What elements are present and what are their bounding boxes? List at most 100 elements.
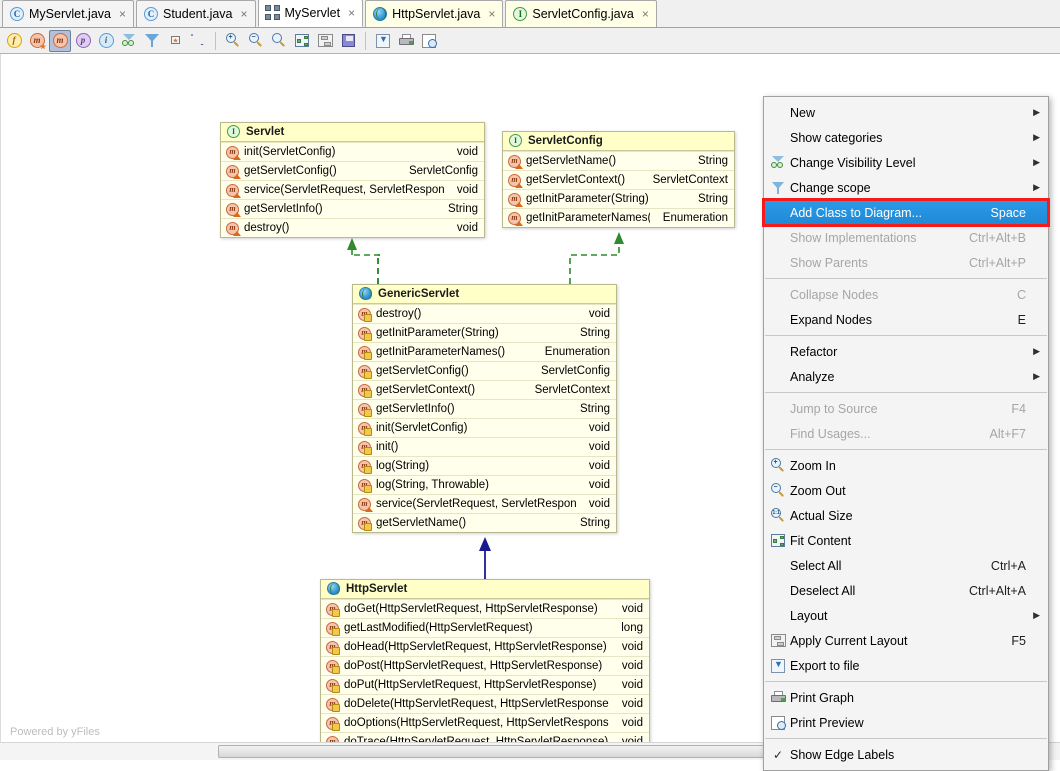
uml-member-type: void: [581, 498, 610, 510]
save-button[interactable]: [337, 30, 359, 52]
menu-item[interactable]: Find Usages...Alt+F7: [764, 421, 1048, 446]
menu-item[interactable]: 1:1Actual Size: [764, 503, 1048, 528]
uml-member-row[interactable]: mgetServletConfig()ServletConfig: [353, 361, 616, 380]
menu-item[interactable]: Show ImplementationsCtrl+Alt+B: [764, 225, 1048, 250]
menu-item[interactable]: Export to file: [764, 653, 1048, 678]
menu-item[interactable]: +Zoom In: [764, 453, 1048, 478]
change-scope-button[interactable]: [141, 30, 163, 52]
uml-member-row[interactable]: mgetServletInfo()String: [353, 399, 616, 418]
uml-member-row[interactable]: mgetInitParameter(String)String: [503, 189, 734, 208]
menu-item-icon-slot: [768, 659, 788, 673]
uml-member-row[interactable]: mgetLastModified(HttpServletRequest)long: [321, 618, 649, 637]
uml-member-row[interactable]: mlog(String)void: [353, 456, 616, 475]
uml-member-row[interactable]: mgetServletConfig()ServletConfig: [221, 161, 484, 180]
menu-item[interactable]: Change scope▶: [764, 175, 1048, 200]
uml-member-name: getServletName(): [526, 155, 685, 167]
menu-item[interactable]: Select AllCtrl+A: [764, 553, 1048, 578]
show-properties-button[interactable]: p: [72, 30, 94, 52]
menu-item[interactable]: Apply Current LayoutF5: [764, 628, 1048, 653]
menu-item[interactable]: Print Preview: [764, 710, 1048, 735]
menu-item[interactable]: Show categories▶: [764, 125, 1048, 150]
uml-member-row[interactable]: mgetServletContext()ServletContext: [353, 380, 616, 399]
uml-member-row[interactable]: mdestroy()void: [221, 218, 484, 237]
uml-member-row[interactable]: mgetInitParameterNames()Enumeration: [353, 342, 616, 361]
menu-item[interactable]: Expand NodesE: [764, 307, 1048, 332]
method-icon: m: [358, 460, 371, 473]
menu-item[interactable]: Fit Content: [764, 528, 1048, 553]
uml-member-row[interactable]: mdoHead(HttpServletRequest, HttpServletR…: [321, 637, 649, 656]
uml-member-row[interactable]: mdoGet(HttpServletRequest, HttpServletRe…: [321, 599, 649, 618]
show-edges-button[interactable]: [187, 30, 209, 52]
uml-member-row[interactable]: mgetServletName()String: [353, 513, 616, 532]
editor-tab[interactable]: CStudent.java×: [136, 0, 256, 27]
menu-item[interactable]: Analyze▶: [764, 364, 1048, 389]
menu-item[interactable]: ✓Show Edge Labels: [764, 742, 1048, 767]
show-inner-classes-button[interactable]: i: [95, 30, 117, 52]
menu-item[interactable]: Refactor▶: [764, 339, 1048, 364]
uml-member-row[interactable]: mgetInitParameter(String)String: [353, 323, 616, 342]
editor-tab-label: Student.java: [163, 7, 233, 21]
uml-member-row[interactable]: mdoPut(HttpServletRequest, HttpServletRe…: [321, 675, 649, 694]
close-icon[interactable]: ×: [642, 7, 649, 21]
uml-member-name: doPost(HttpServletRequest, HttpServletRe…: [344, 660, 609, 672]
uml-member-row[interactable]: mdoPost(HttpServletRequest, HttpServletR…: [321, 656, 649, 675]
close-icon[interactable]: ×: [119, 7, 126, 21]
uml-member-row[interactable]: mgetServletContext()ServletContext: [503, 170, 734, 189]
uml-class-box[interactable]: HttpServletmdoGet(HttpServletRequest, Ht…: [320, 579, 650, 742]
edge-implements-servlet: [347, 238, 380, 284]
diagram-context-menu[interactable]: New▶Show categories▶Change Visibility Le…: [763, 96, 1049, 771]
uml-class-box[interactable]: GenericServletmdestroy()voidmgetInitPara…: [352, 284, 617, 533]
uml-member-row[interactable]: mdoDelete(HttpServletRequest, HttpServle…: [321, 694, 649, 713]
print-graph-button[interactable]: [395, 30, 417, 52]
uml-member-row[interactable]: mgetServletName()String: [503, 151, 734, 170]
menu-item-label: Change scope: [788, 181, 1008, 195]
menu-item[interactable]: Layout▶: [764, 603, 1048, 628]
menu-separator: [765, 681, 1047, 682]
close-icon[interactable]: ×: [348, 6, 355, 20]
change-visibility-level-button[interactable]: [118, 30, 140, 52]
apply-layout-button[interactable]: [314, 30, 336, 52]
uml-member-row[interactable]: mlog(String, Throwable)void: [353, 475, 616, 494]
actual-size-button[interactable]: [268, 30, 290, 52]
uml-member-type: String: [690, 193, 728, 205]
uml-member-row[interactable]: minit(ServletConfig)void: [353, 418, 616, 437]
menu-item[interactable]: Collapse NodesC: [764, 282, 1048, 307]
menu-item[interactable]: Show ParentsCtrl+Alt+P: [764, 250, 1048, 275]
uml-member-name: doDelete(HttpServletRequest, HttpServlet…: [344, 698, 609, 710]
menu-item[interactable]: −Zoom Out: [764, 478, 1048, 503]
print-preview-button[interactable]: [418, 30, 440, 52]
uml-member-row[interactable]: mservice(ServletRequest, ServletResponse…: [221, 180, 484, 199]
uml-class-box[interactable]: IServletminit(ServletConfig)voidmgetServ…: [220, 122, 485, 238]
menu-item[interactable]: Jump to SourceF4: [764, 396, 1048, 421]
export-to-file-button[interactable]: [372, 30, 394, 52]
editor-tab[interactable]: MyServlet×: [258, 0, 364, 27]
editor-tab[interactable]: HttpServlet.java×: [365, 0, 503, 27]
menu-item[interactable]: New▶: [764, 100, 1048, 125]
show-constructors-button[interactable]: m: [26, 30, 48, 52]
uml-member-row[interactable]: minit(ServletConfig)void: [221, 142, 484, 161]
show-fields-button[interactable]: f: [3, 30, 25, 52]
uml-member-row[interactable]: mgetServletInfo()String: [221, 199, 484, 218]
zoom-out-button[interactable]: −: [245, 30, 267, 52]
uml-member-row[interactable]: minit()void: [353, 437, 616, 456]
uml-member-row[interactable]: mservice(ServletRequest, ServletResponse…: [353, 494, 616, 513]
menu-item[interactable]: Add Class to Diagram...Space: [764, 200, 1048, 225]
close-icon[interactable]: ×: [488, 7, 495, 21]
uml-member-row[interactable]: mgetInitParameterNames()Enumeration: [503, 208, 734, 227]
show-methods-button[interactable]: m: [49, 30, 71, 52]
menu-item[interactable]: Deselect AllCtrl+Alt+A: [764, 578, 1048, 603]
menu-item[interactable]: Print Graph: [764, 685, 1048, 710]
menu-item[interactable]: Change Visibility Level▶: [764, 150, 1048, 175]
editor-tab[interactable]: IServletConfig.java×: [505, 0, 656, 27]
uml-member-row[interactable]: mdestroy()void: [353, 304, 616, 323]
uml-member-type: void: [581, 479, 610, 491]
show-dependencies-button[interactable]: [164, 30, 186, 52]
close-icon[interactable]: ×: [241, 7, 248, 21]
uml-member-row[interactable]: mdoOptions(HttpServletRequest, HttpServl…: [321, 713, 649, 732]
method-icon: m: [326, 717, 339, 730]
zoom-in-button[interactable]: +: [222, 30, 244, 52]
uml-member-row[interactable]: mdoTrace(HttpServletRequest, HttpServlet…: [321, 732, 649, 742]
fit-content-button[interactable]: [291, 30, 313, 52]
editor-tab[interactable]: CMyServlet.java×: [2, 0, 134, 27]
uml-class-box[interactable]: IServletConfigmgetServletName()Stringmge…: [502, 131, 735, 228]
